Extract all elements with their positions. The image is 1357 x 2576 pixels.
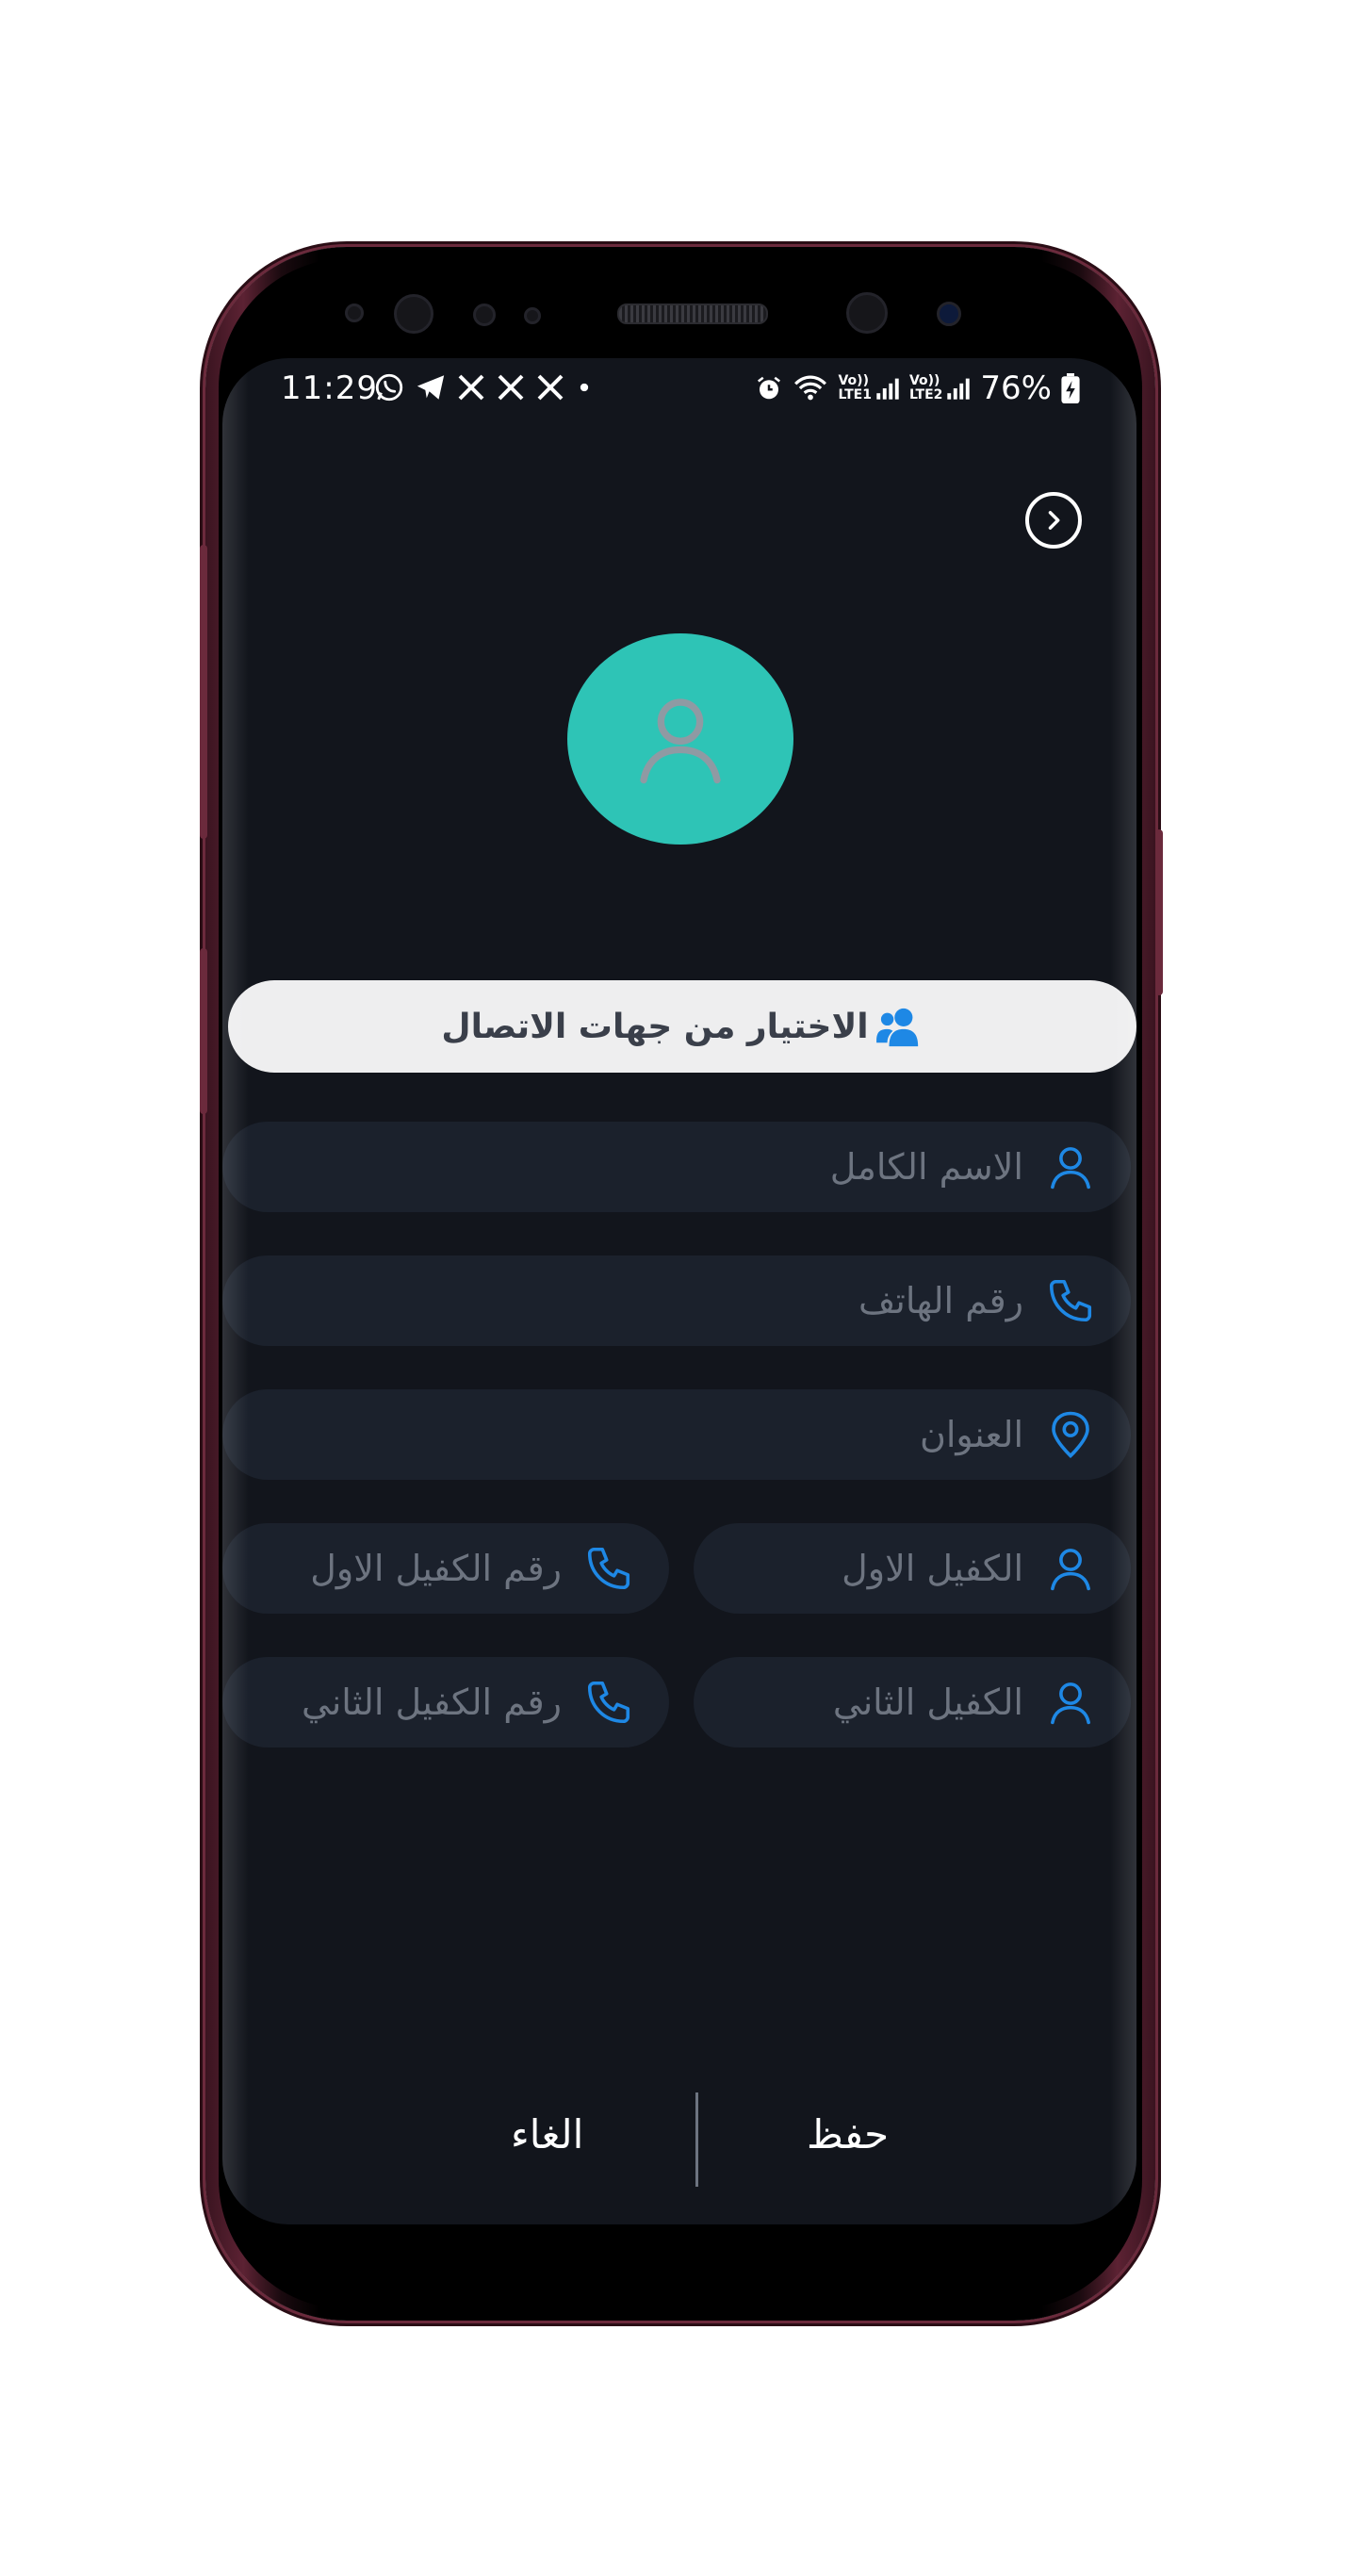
led-sensor: [524, 307, 541, 324]
battery-percent: 76%: [980, 369, 1052, 407]
phone-placeholder: رقم الهاتف: [858, 1280, 1023, 1321]
avatar[interactable]: [567, 633, 793, 845]
chevron-right-icon: [1048, 511, 1060, 530]
volte-lte2-signal-icon: Vo)) LTE2: [909, 374, 971, 402]
users-icon: [875, 1008, 918, 1047]
volte-label: Vo)): [908, 373, 940, 388]
guarantor1-placeholder: الكفيل الاول: [842, 1548, 1023, 1589]
light-sensor: [473, 304, 496, 326]
guarantor2-placeholder: الكفيل الثاني: [832, 1682, 1023, 1723]
user-icon: [640, 698, 721, 784]
contacts-button-label: الاختيار من جهات الاتصال: [441, 1007, 869, 1046]
address-field[interactable]: العنوان: [222, 1389, 1131, 1480]
x-icon: [537, 374, 564, 401]
user-icon: [1051, 1682, 1090, 1725]
guarantor2-phone-field[interactable]: رقم الكفيل الثاني: [222, 1657, 669, 1747]
save-button[interactable]: حفظ: [807, 2111, 889, 2158]
volte-label: Vo)): [838, 373, 869, 388]
telegram-icon: [417, 375, 445, 400]
alarm-icon: [758, 376, 781, 400]
proximity-sensor: [345, 304, 364, 322]
guarantor2-field[interactable]: الكفيل الثاني: [694, 1657, 1131, 1747]
x-icon: [498, 374, 524, 401]
choose-from-contacts-button[interactable]: الاختيار من جهات الاتصال: [228, 980, 1136, 1073]
status-time: 11:29: [281, 369, 378, 407]
user-icon: [1051, 1549, 1090, 1591]
user-icon: [1051, 1147, 1090, 1190]
status-bar: 11:29 Vo)) LTE1 Vo)) LTE2 76%: [222, 358, 1136, 415]
iris-sensor: [394, 294, 433, 334]
app-screen: 11:29 Vo)) LTE1 Vo)) LTE2 76% الاختيار م…: [222, 358, 1136, 2224]
guarantor2-phone-placeholder: رقم الكفيل الثاني: [302, 1682, 562, 1723]
wifi-icon: [794, 375, 827, 401]
phone-field[interactable]: رقم الهاتف: [222, 1255, 1131, 1346]
phone-icon: [587, 1547, 630, 1590]
iris-camera: [937, 302, 961, 326]
guarantor1-field[interactable]: الكفيل الاول: [694, 1523, 1131, 1614]
whatsapp-icon: [375, 373, 403, 402]
lte2-label: LTE2: [908, 387, 943, 402]
side-button-bixby: [200, 545, 207, 839]
phone-icon: [587, 1681, 630, 1724]
earpiece-speaker: [617, 304, 768, 324]
address-placeholder: العنوان: [919, 1414, 1023, 1455]
front-camera: [846, 292, 888, 334]
system-icons: Vo)) LTE1 Vo)) LTE2 76%: [755, 369, 1080, 407]
x-icon: [458, 374, 484, 401]
volte-lte1-signal-icon: Vo)) LTE1: [838, 374, 899, 402]
forward-button[interactable]: [1025, 492, 1082, 549]
side-button-power: [1155, 829, 1163, 995]
action-bar: الغاء حفظ: [222, 2092, 1136, 2196]
guarantor1-phone-placeholder: رقم الكفيل الاول: [310, 1548, 562, 1589]
full-name-field[interactable]: الاسم الكامل: [222, 1122, 1131, 1212]
full-name-placeholder: الاسم الكامل: [829, 1146, 1023, 1188]
lte1-label: LTE1: [838, 387, 872, 402]
side-button-volume: [200, 948, 207, 1114]
dot-icon: [580, 383, 589, 392]
action-divider: [695, 2092, 698, 2187]
guarantor1-phone-field[interactable]: رقم الكفيل الاول: [222, 1523, 669, 1614]
phone-icon: [1049, 1279, 1092, 1322]
cancel-button[interactable]: الغاء: [511, 2111, 583, 2158]
notification-icons: [373, 371, 594, 403]
battery-charging-icon: [1061, 373, 1080, 403]
location-pin-icon: [1052, 1411, 1089, 1458]
